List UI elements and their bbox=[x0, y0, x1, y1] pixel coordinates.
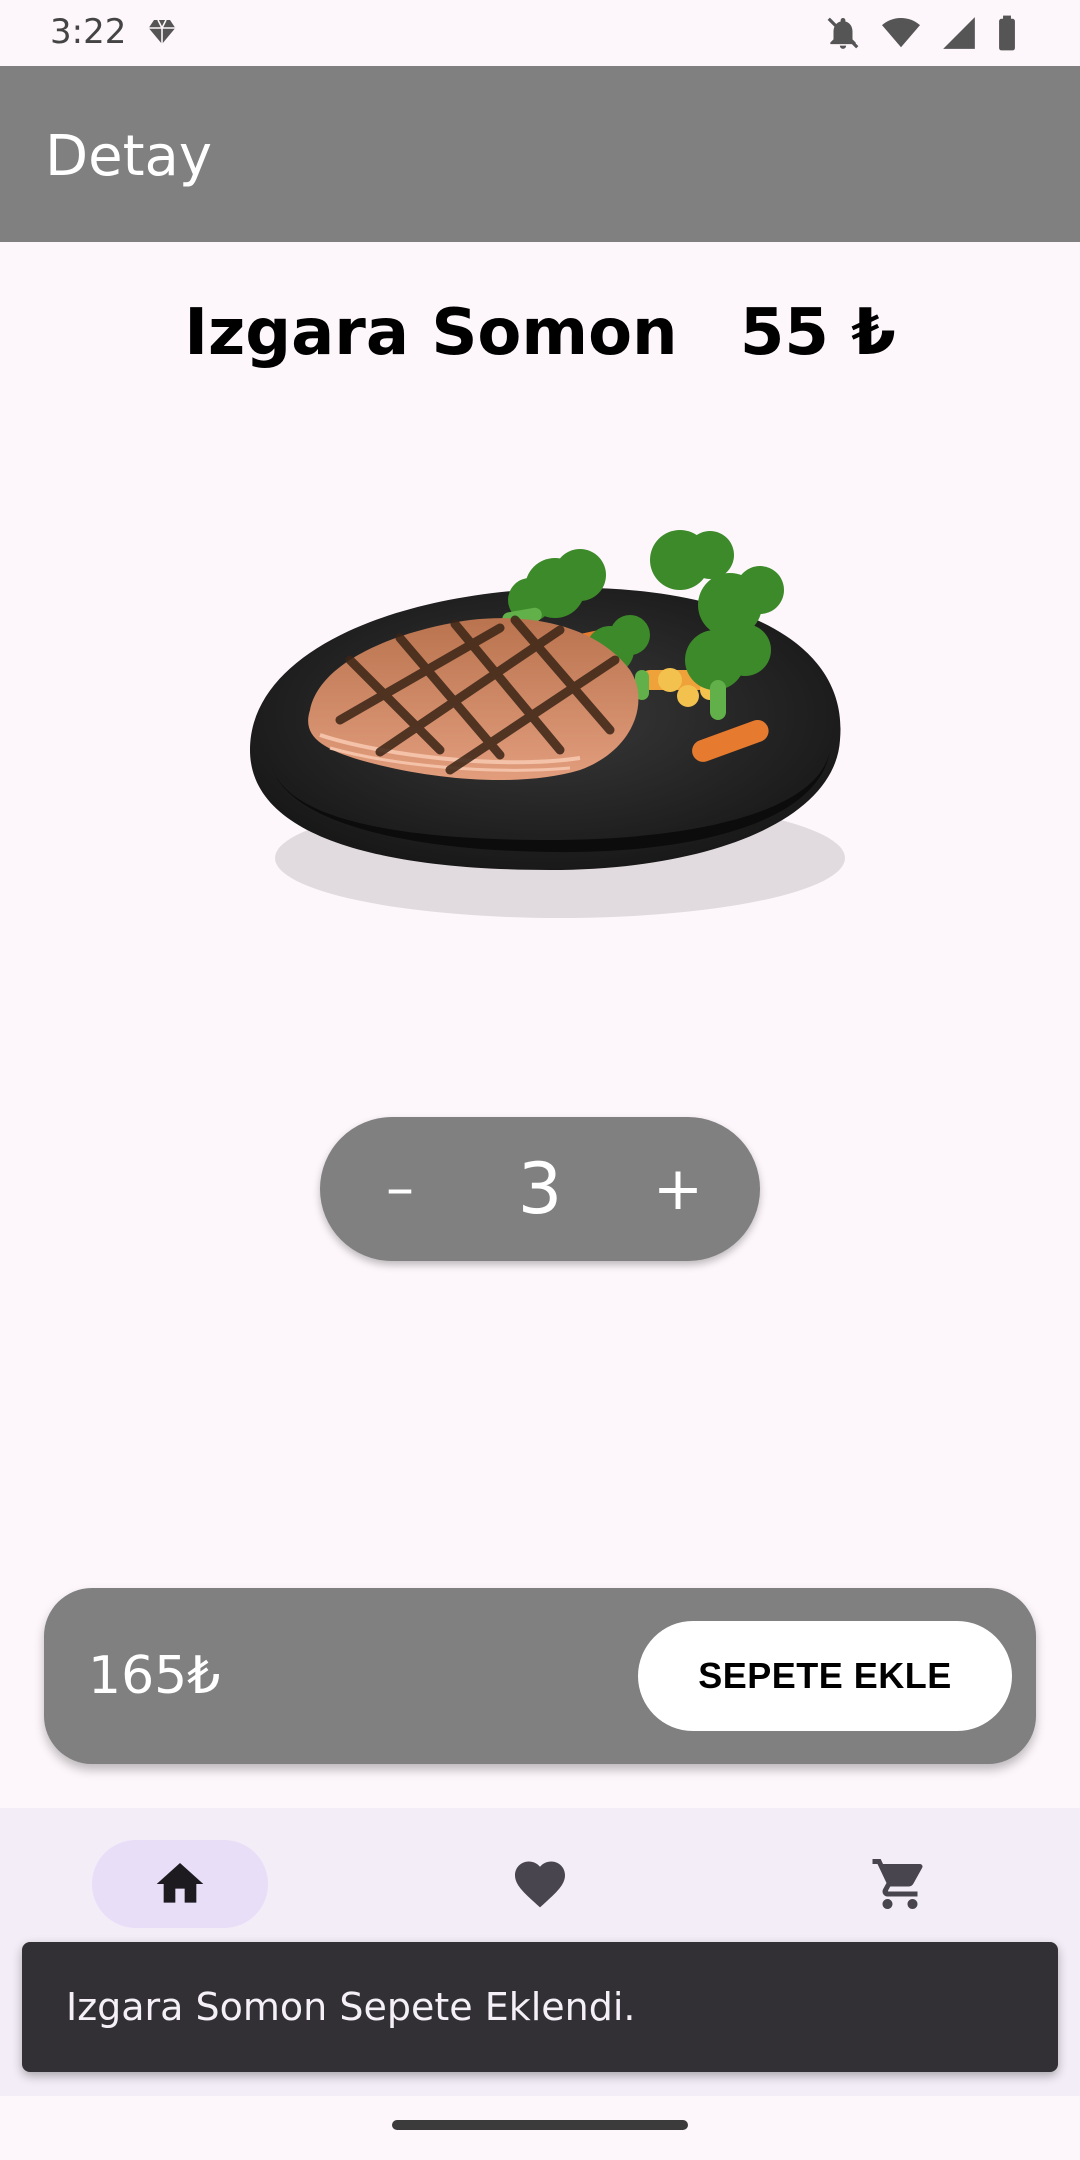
heart-icon bbox=[515, 1861, 565, 1908]
cart-summary-bar: 165₺ SEPETE EKLE bbox=[44, 1588, 1036, 1764]
gesture-navigation-bar[interactable] bbox=[392, 2120, 688, 2130]
battery-icon bbox=[999, 15, 1015, 51]
product-header: Izgara Somon 55 ₺ bbox=[0, 296, 1080, 370]
decrease-button[interactable]: – bbox=[360, 1117, 440, 1261]
app-bar: Detay bbox=[0, 66, 1080, 242]
product-name: Izgara Somon bbox=[184, 296, 678, 370]
cart-icon bbox=[872, 1859, 923, 1909]
status-time: 3:22 bbox=[50, 12, 127, 52]
home-icon bbox=[156, 1863, 204, 1903]
wifi-icon bbox=[882, 17, 920, 48]
app-bar-title: Detay bbox=[45, 124, 212, 189]
quantity-stepper: – 3 + bbox=[320, 1117, 760, 1261]
gem-icon bbox=[148, 19, 176, 44]
product-price: 55 ₺ bbox=[739, 296, 896, 370]
cart-total: 165₺ bbox=[88, 1646, 221, 1706]
snackbar: Izgara Somon Sepete Eklendi. bbox=[22, 1942, 1058, 2072]
nav-item-favorites[interactable] bbox=[452, 1840, 628, 1928]
increase-button[interactable]: + bbox=[638, 1117, 718, 1261]
signal-icon bbox=[943, 17, 975, 49]
snackbar-message: Izgara Somon Sepete Eklendi. bbox=[66, 1985, 636, 2029]
status-icons bbox=[824, 14, 1018, 52]
quantity-value: 3 bbox=[517, 1148, 563, 1230]
nav-item-cart[interactable] bbox=[812, 1840, 988, 1928]
status-bar: 3:22 bbox=[0, 0, 1080, 66]
add-to-cart-button[interactable]: SEPETE EKLE bbox=[638, 1621, 1012, 1731]
bell-off-icon bbox=[827, 17, 859, 49]
product-image bbox=[250, 530, 845, 918]
nav-item-home[interactable] bbox=[92, 1840, 268, 1928]
